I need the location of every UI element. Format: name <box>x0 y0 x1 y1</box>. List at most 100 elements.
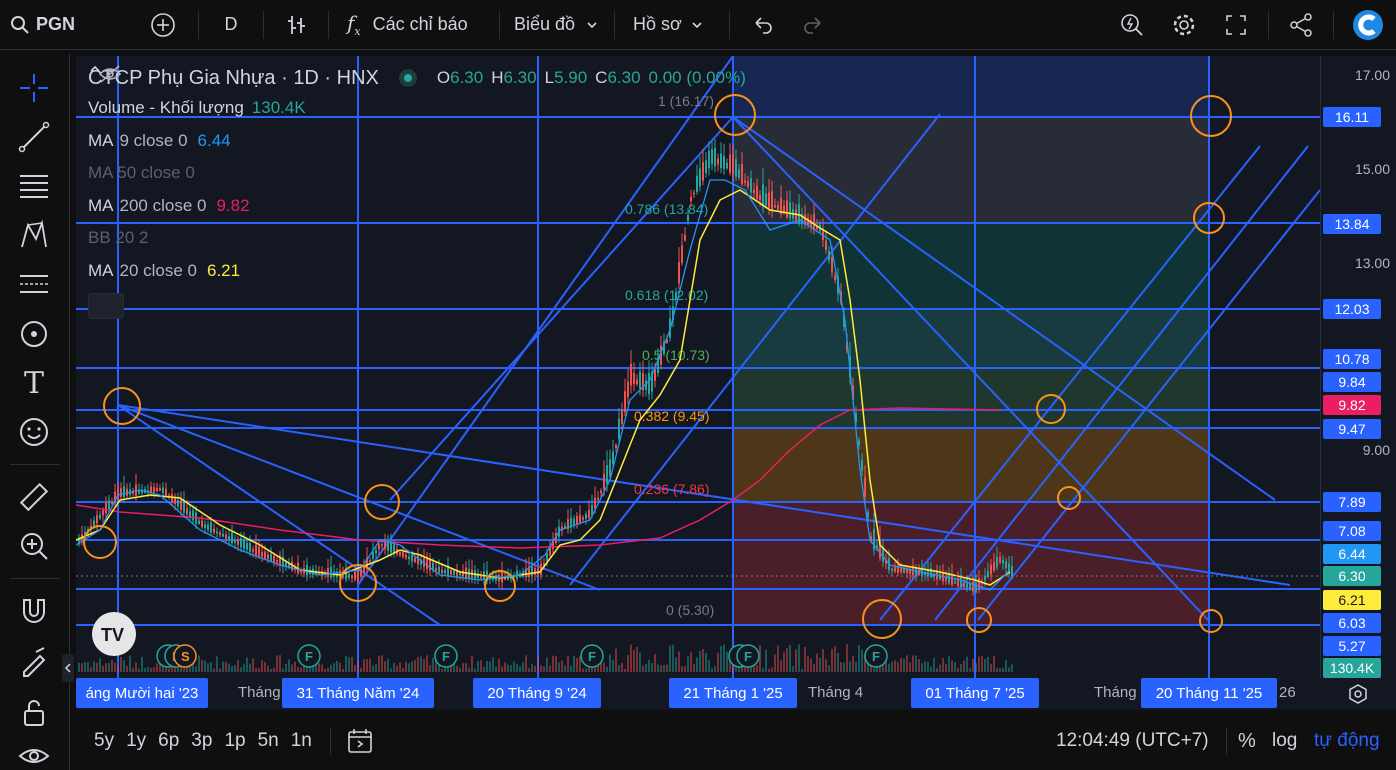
time-tick: Tháng 4 <box>808 684 864 701</box>
volume-bar <box>288 659 290 672</box>
percent-toggle[interactable]: % <box>1238 730 1256 753</box>
volume-bar <box>420 656 422 672</box>
tradingview-logo: TV <box>92 612 136 656</box>
volume-bar <box>927 661 929 672</box>
range-5y[interactable]: 5y <box>88 730 120 752</box>
volume-bar <box>621 662 623 672</box>
change-value: 0.00 (0.00%) <box>648 68 746 87</box>
volume-bar <box>906 655 908 672</box>
fib-tool[interactable] <box>16 168 52 204</box>
alert-button[interactable] <box>1106 0 1158 50</box>
volume-bar <box>918 659 920 672</box>
bar-style-button[interactable] <box>264 0 328 50</box>
volume-bar <box>549 665 551 672</box>
lock-tool[interactable] <box>16 694 52 730</box>
candle-body <box>213 528 215 533</box>
compare-button[interactable] <box>140 0 186 50</box>
legend-ma50-row[interactable]: MA 50 close 0 <box>88 65 746 190</box>
trendline-tool[interactable] <box>16 119 52 155</box>
volume-bar <box>327 667 329 672</box>
range-buttons: 5y 1y 6p 3p 1p 5n 1n <box>88 730 318 752</box>
interval-button[interactable]: D <box>199 0 263 50</box>
volume-bar <box>714 666 716 672</box>
profile-dropdown[interactable]: Hồ sơ <box>615 0 721 50</box>
legend-title[interactable]: CTCP Phụ Gia Nhựa · 1D · HNX <box>88 67 379 90</box>
candle-body <box>834 275 836 281</box>
volume-bar <box>318 663 320 672</box>
volume-bar <box>756 665 758 672</box>
volume-bar <box>291 664 293 672</box>
legend-volume-row[interactable]: Volume - Khối lượng 130.4K <box>88 92 746 125</box>
share-button[interactable] <box>1275 0 1327 50</box>
candle-body <box>648 373 650 395</box>
text-tool[interactable]: T <box>16 365 52 401</box>
chart-pane[interactable]: 1 (16.17) 0.786 (13.84) 0.618 (12.02) 0.… <box>76 56 1320 678</box>
zoom-tool[interactable] <box>16 528 52 564</box>
pattern-icon <box>21 219 47 248</box>
last-price-badge: 6.30 <box>1323 566 1381 586</box>
ma20-params: 20 close 0 <box>119 260 198 280</box>
range-3m[interactable]: 3p <box>185 730 218 752</box>
brand-logo[interactable] <box>1340 0 1396 50</box>
geometry-tool[interactable] <box>16 316 52 352</box>
volume-bar <box>702 649 704 672</box>
symbol-search[interactable]: PGN <box>0 0 140 50</box>
range-5d[interactable]: 5n <box>252 730 285 752</box>
indicators-label: Các chỉ báo <box>372 14 468 34</box>
measure-tool[interactable] <box>16 479 52 515</box>
visibility-tool[interactable] <box>16 738 52 770</box>
magnet-tool[interactable] <box>16 594 52 630</box>
volume-bar <box>336 660 338 672</box>
volume-bar <box>987 656 989 672</box>
volume-bar <box>888 663 890 672</box>
undo-button[interactable] <box>738 0 788 50</box>
goto-date-button[interactable] <box>343 724 377 758</box>
settings-button[interactable] <box>1158 0 1210 50</box>
range-6m[interactable]: 6p <box>152 730 185 752</box>
range-1y[interactable]: 1y <box>120 730 152 752</box>
emoji-tool[interactable] <box>16 414 52 450</box>
candle-body <box>162 487 164 494</box>
range-1d[interactable]: 1n <box>285 730 318 752</box>
volume-bar <box>939 664 941 672</box>
candle-body <box>948 574 950 584</box>
volume-bar <box>369 658 371 672</box>
earnings-marker: F <box>872 649 880 664</box>
volume-bar <box>603 662 605 672</box>
range-1m[interactable]: 1p <box>218 730 251 752</box>
legend-ma200-row[interactable]: MA 200 close 0 9.82 <box>88 190 746 223</box>
auto-scale-toggle[interactable]: tự động <box>1314 730 1380 752</box>
legend-ma9-row[interactable]: MA 9 close 0 6.44 <box>88 125 746 158</box>
log-toggle[interactable]: log <box>1272 730 1297 752</box>
volume-bar <box>981 655 983 672</box>
clock[interactable]: 12:04:49 (UTC+7) <box>1056 730 1209 752</box>
crosshair-tool[interactable] <box>16 70 52 106</box>
text-icon: T <box>23 365 44 401</box>
collapse-toolbar-button[interactable] <box>62 654 74 682</box>
ma20-value: 6.21 <box>207 260 241 280</box>
pattern-tool[interactable] <box>16 217 52 253</box>
price-axis[interactable]: 17.00 15.00 13.00 9.00 16.11 13.84 12.03… <box>1320 56 1396 678</box>
volume-bar <box>915 655 917 672</box>
volume-bar <box>849 661 851 672</box>
redo-button[interactable] <box>788 0 838 50</box>
collapse-legend-button[interactable] <box>88 65 124 319</box>
volume-bar <box>693 664 695 672</box>
indicators-button[interactable]: fx Các chỉ báo <box>329 0 499 50</box>
smile-icon <box>20 418 48 446</box>
time-axis[interactable]: áng Mười hai '23 Tháng 31 Tháng Năm '24 … <box>76 678 1320 710</box>
legend-bb-row[interactable]: BB 20 2 <box>88 65 746 255</box>
chart-type-dropdown[interactable]: Biểu đồ <box>500 0 614 50</box>
volume-bar <box>696 657 698 672</box>
volume-bar <box>708 660 710 672</box>
volume-bar <box>324 668 326 672</box>
fullscreen-button[interactable] <box>1210 0 1262 50</box>
legend-ma20-row[interactable]: MA 20 close 0 6.21 <box>88 255 746 288</box>
earnings-marker: F <box>305 649 313 664</box>
volume-bar <box>480 660 482 672</box>
forecast-tool[interactable] <box>16 266 52 302</box>
axis-settings-button[interactable] <box>1320 678 1396 710</box>
candle-body <box>426 557 428 569</box>
drawing-mode-tool[interactable] <box>16 644 52 680</box>
price-badge: 9.47 <box>1323 419 1381 439</box>
